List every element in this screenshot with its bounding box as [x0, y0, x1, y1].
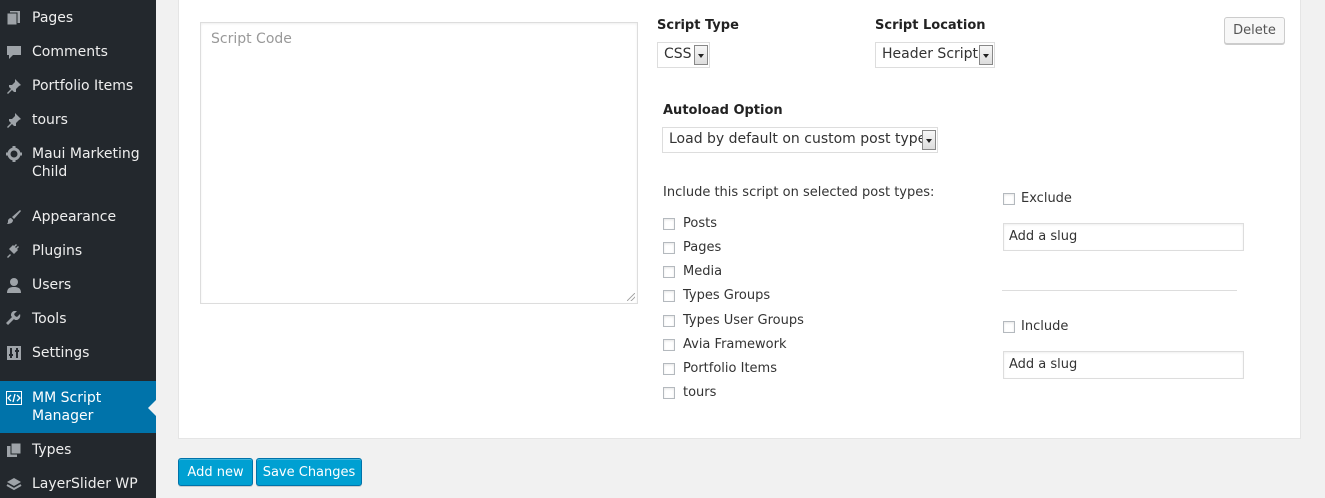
sidebar-item-label: Types	[32, 442, 72, 458]
sidebar-item-label: Tools	[32, 311, 67, 327]
sidebar-item-tours[interactable]: tours	[0, 111, 156, 129]
post-type-checkbox[interactable]	[663, 266, 675, 278]
sidebar-item-label: LayerSlider WP	[32, 476, 138, 492]
pin-icon	[5, 77, 23, 95]
sidebar-item-portfolio[interactable]: Portfolio Items	[0, 77, 156, 95]
layers-icon	[5, 475, 23, 493]
sidebar-item-label: Appearance	[32, 209, 117, 225]
post-type-checkbox[interactable]	[663, 363, 675, 375]
sidebar-item-comments[interactable]: Comments	[0, 43, 156, 61]
script-type-select[interactable]: CSS	[657, 42, 710, 68]
sidebar-item-label: Portfolio Items	[32, 78, 134, 94]
plug-icon	[5, 242, 23, 260]
chevron-down-icon	[922, 130, 936, 150]
chevron-down-icon	[694, 45, 708, 65]
divider	[1002, 290, 1237, 291]
user-icon	[5, 276, 23, 294]
script-location-value: Header Script	[882, 46, 979, 62]
sidebar-item-users[interactable]: Users	[0, 276, 156, 294]
exclude-checkbox[interactable]	[1003, 193, 1015, 205]
chevron-down-icon	[979, 45, 993, 65]
save-changes-button[interactable]: Save Changes	[256, 458, 362, 486]
post-type-label: Pages	[683, 240, 722, 255]
sidebar-item-label: Plugins	[32, 243, 83, 259]
sidebar-item-label: MM Script Manager	[32, 390, 102, 424]
script-code-placeholder: Script Code	[211, 31, 292, 47]
sliders-icon	[5, 344, 23, 362]
script-type-label: Script Type	[657, 18, 739, 33]
sidebar-item-plugins[interactable]: Plugins	[0, 242, 156, 260]
sidebar-item-mm-script-manager[interactable]: MM Script Manager	[0, 381, 156, 433]
types-icon	[5, 441, 23, 459]
post-type-checkbox[interactable]	[663, 218, 675, 230]
pages-icon	[5, 9, 23, 27]
sidebar-item-appearance[interactable]: Appearance	[0, 208, 156, 226]
exclude-label: Exclude	[1021, 191, 1072, 206]
exclude-slug-input[interactable]: Add a slug	[1003, 223, 1244, 251]
sidebar-item-label: Maui Marketing Child	[32, 146, 140, 180]
post-type-checkbox[interactable]	[663, 387, 675, 399]
sidebar-item-label: Settings	[32, 345, 90, 361]
post-type-checkbox[interactable]	[663, 242, 675, 254]
sidebar-item-label: Pages	[32, 10, 74, 26]
post-type-label: Types Groups	[683, 288, 771, 303]
post-type-label: Media	[683, 264, 723, 279]
sidebar-item-tools[interactable]: Tools	[0, 310, 156, 328]
sidebar-item-label: Users	[32, 277, 72, 293]
pin-icon	[5, 111, 23, 129]
code-icon	[5, 389, 23, 407]
sidebar-item-label: tours	[32, 112, 68, 128]
comments-icon	[5, 43, 23, 61]
autoload-label: Autoload Option	[663, 103, 783, 118]
delete-button[interactable]: Delete	[1224, 17, 1285, 44]
include-label: Include	[1021, 319, 1069, 334]
sidebar-item-layerslider[interactable]: LayerSlider WP	[0, 475, 156, 493]
resize-grip-icon[interactable]	[627, 293, 635, 301]
post-type-label: tours	[683, 385, 717, 400]
post-type-label: Avia Framework	[683, 337, 787, 352]
sidebar-item-maui-marketing-child[interactable]: Maui Marketing Child	[0, 145, 156, 181]
include-post-types-heading: Include this script on selected post typ…	[663, 185, 935, 200]
brush-icon	[5, 208, 23, 226]
include-slug-input[interactable]: Add a slug	[1003, 351, 1244, 379]
post-type-label: Posts	[683, 216, 717, 231]
script-code-textarea[interactable]: Script Code	[200, 22, 638, 304]
script-location-select[interactable]: Header Script	[875, 42, 995, 68]
script-type-value: CSS	[664, 46, 692, 62]
wrench-icon	[5, 310, 23, 328]
autoload-select[interactable]: Load by default on custom post types	[662, 127, 938, 153]
sidebar-item-types[interactable]: Types	[0, 441, 156, 459]
include-checkbox[interactable]	[1003, 321, 1015, 333]
post-type-checkbox[interactable]	[663, 315, 675, 327]
script-location-label: Script Location	[875, 18, 986, 33]
sidebar-item-settings[interactable]: Settings	[0, 344, 156, 362]
post-type-label: Portfolio Items	[683, 361, 777, 376]
sidebar-item-label: Comments	[32, 44, 108, 60]
autoload-value: Load by default on custom post types	[669, 131, 934, 147]
admin-sidebar: Pages Comments Portfolio Items tours Mau…	[0, 0, 156, 498]
gear-icon	[5, 145, 23, 163]
add-new-button[interactable]: Add new	[178, 458, 253, 486]
sidebar-item-pages[interactable]: Pages	[0, 9, 156, 27]
post-type-label: Types User Groups	[683, 313, 804, 328]
post-type-checkbox[interactable]	[663, 290, 675, 302]
post-type-checkbox[interactable]	[663, 339, 675, 351]
